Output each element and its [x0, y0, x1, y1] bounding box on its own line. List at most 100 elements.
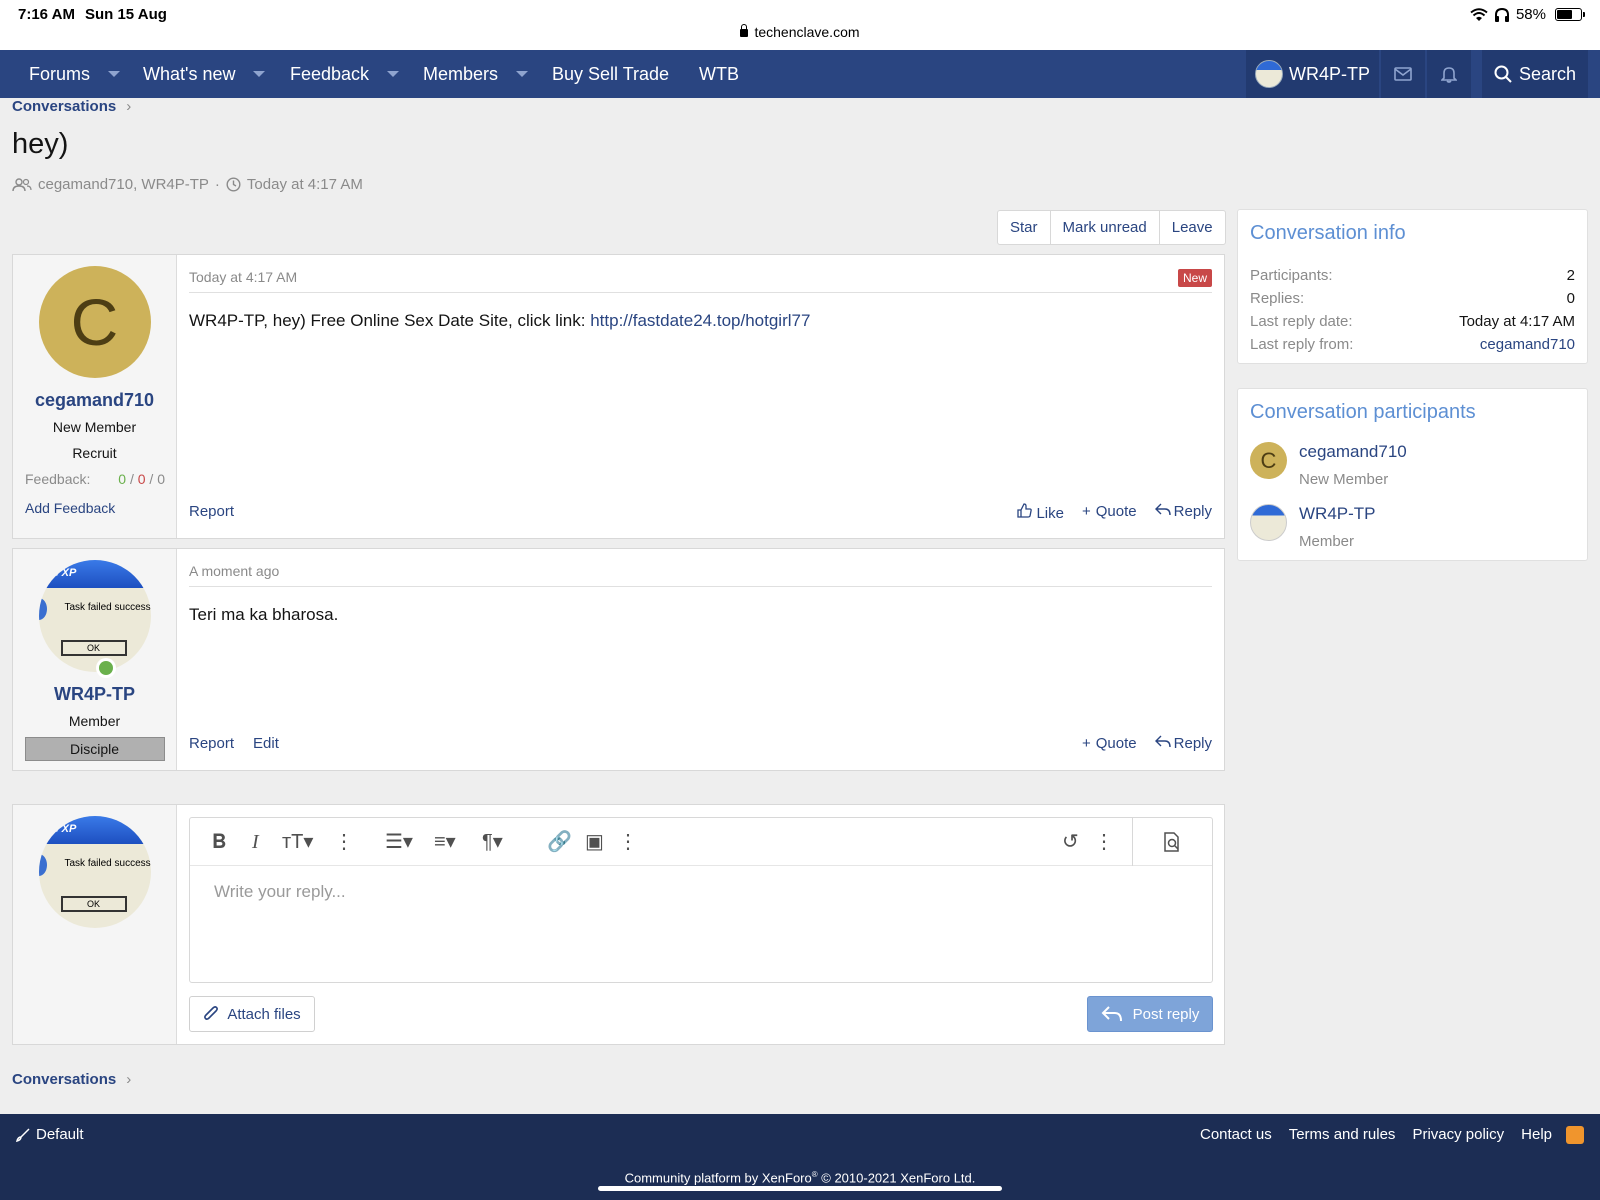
avatar[interactable] — [1250, 504, 1287, 541]
ios-status-bar: 7:16 AM Sun 15 Aug techenclave.com 58% — [0, 0, 1600, 50]
star-button[interactable]: Star — [998, 211, 1051, 244]
breadcrumb[interactable]: Conversations › — [12, 98, 131, 115]
avatar[interactable]: C — [38, 266, 151, 378]
rss-icon[interactable] — [1566, 1126, 1584, 1144]
footer-link-contact[interactable]: Contact us — [1200, 1126, 1272, 1143]
message-user: s XP Task failed successf OK WR4P-TP Mem… — [13, 549, 177, 770]
quote-label: Quote — [1095, 735, 1137, 752]
nav-label: Buy Sell Trade — [552, 63, 670, 84]
chevron-down-icon[interactable] — [387, 71, 400, 77]
reply-placeholder[interactable]: Write your reply... — [214, 882, 346, 902]
avatar-window-title: s XP — [38, 816, 151, 844]
edit-link[interactable]: Edit — [253, 735, 279, 752]
chevron-down-icon[interactable] — [516, 71, 529, 77]
account-menu[interactable]: WR4P-TP — [1246, 50, 1379, 98]
footer-links: Contact us Terms and rules Privacy polic… — [1200, 1126, 1552, 1143]
nav-label: Feedback — [290, 63, 370, 84]
chevron-down-icon[interactable] — [253, 71, 266, 77]
battery-fill — [1557, 10, 1572, 19]
preview-button[interactable] — [1132, 818, 1212, 866]
alerts-button[interactable] — [1427, 50, 1471, 98]
message-link[interactable]: http://fastdate24.top/hotgirl77 — [590, 311, 810, 330]
footer-link-help[interactable]: Help — [1521, 1126, 1552, 1143]
paragraph-icon[interactable]: ¶▾ — [482, 830, 503, 854]
participant-details: WR4P-TP Member — [1299, 504, 1376, 550]
chevron-down-icon[interactable] — [108, 71, 121, 77]
nav-whats-new[interactable]: What's new — [143, 50, 266, 98]
attach-files-button[interactable]: Attach files — [189, 996, 315, 1032]
preview-icon — [1164, 832, 1179, 852]
leave-button[interactable]: Leave — [1160, 211, 1225, 244]
nav-feedback[interactable]: Feedback — [290, 50, 400, 98]
link-icon[interactable]: 🔗 — [547, 830, 572, 854]
message-date[interactable]: Today at 4:17 AM — [189, 269, 297, 285]
nav-members[interactable]: Members — [423, 50, 529, 98]
like-button[interactable]: Like — [1017, 503, 1064, 522]
italic-icon[interactable]: I — [252, 830, 259, 854]
participant-name[interactable]: cegamand710 — [1299, 442, 1407, 462]
feedback-negative[interactable]: 0 — [138, 471, 146, 487]
reply-label: Reply — [1173, 735, 1212, 752]
text-size-icon[interactable]: тT▾ — [282, 830, 313, 854]
nav-wtb[interactable]: WTB — [699, 50, 739, 98]
info-row: Last reply from: cegamand710 — [1250, 336, 1575, 353]
image-icon[interactable]: ▣ — [585, 830, 604, 854]
breadcrumb-link[interactable]: Conversations — [12, 1071, 116, 1088]
account-username: WR4P-TP — [1289, 63, 1370, 84]
avatar[interactable]: s XP Task failed successf OK — [38, 560, 151, 672]
page-title: hey) — [12, 128, 69, 160]
info-value[interactable]: cegamand710 — [1480, 336, 1575, 353]
battery-percent: 58% — [1515, 6, 1546, 23]
like-label: Like — [1036, 505, 1064, 522]
paperclip-icon — [204, 1006, 219, 1020]
reply-icon — [1101, 1006, 1122, 1022]
participants-text[interactable]: cegamand710, WR4P-TP — [38, 176, 209, 193]
more-options-icon[interactable]: ⋮ — [334, 830, 354, 854]
report-link[interactable]: Report — [189, 503, 234, 520]
participant-name[interactable]: WR4P-TP — [1299, 504, 1376, 524]
nav-buy-sell-trade[interactable]: Buy Sell Trade — [552, 50, 669, 98]
post-reply-button[interactable]: Post reply — [1087, 996, 1213, 1032]
avatar[interactable]: C — [1250, 442, 1287, 479]
avatar-caption: Task failed successf — [64, 858, 151, 869]
reply-button[interactable]: Reply — [1154, 735, 1212, 752]
username[interactable]: WR4P-TP — [13, 684, 176, 705]
more-options-icon[interactable]: ⋮ — [618, 830, 638, 854]
add-feedback-link[interactable]: Add Feedback — [25, 500, 115, 516]
more-options-icon[interactable]: ⋮ — [1094, 830, 1114, 854]
feedback-positive[interactable]: 0 — [118, 471, 126, 487]
nav-forums[interactable]: Forums — [29, 50, 121, 98]
reply-button[interactable]: Reply — [1154, 503, 1212, 522]
breadcrumb-link[interactable]: Conversations — [12, 98, 116, 115]
participant[interactable]: C cegamand710 New Member — [1250, 442, 1407, 488]
feedback-neutral[interactable]: 0 — [157, 471, 165, 487]
list-icon[interactable]: ☰▾ — [385, 830, 413, 854]
copyright[interactable]: Community platform by XenForo® © 2010-20… — [0, 1170, 1600, 1185]
address-bar[interactable]: techenclave.com — [0, 24, 1600, 40]
reply-editor[interactable]: 𝐁 I тT▾ ⋮ ☰▾ ≡▾ ¶▾ 🔗 ▣ ⋮ ↺ ⋮ Write your … — [189, 817, 1213, 983]
date-label: Sun 15 Aug — [84, 6, 167, 23]
conversation-time: Today at 4:17 AM — [246, 176, 363, 193]
bold-icon[interactable]: 𝐁 — [212, 830, 226, 854]
info-row: Replies: 0 — [1250, 290, 1575, 307]
feedback-separator: / — [149, 471, 154, 487]
style-chooser[interactable]: Default — [16, 1126, 84, 1143]
quote-button[interactable]: + Quote — [1082, 503, 1137, 522]
inbox-button[interactable] — [1381, 50, 1425, 98]
quote-button[interactable]: + Quote — [1082, 735, 1137, 752]
breadcrumb[interactable]: Conversations › — [12, 1071, 131, 1088]
mark-unread-button[interactable]: Mark unread — [1051, 211, 1160, 244]
search-button[interactable]: Search — [1482, 50, 1588, 98]
thumbs-up-icon — [1017, 503, 1033, 518]
undo-icon[interactable]: ↺ — [1062, 830, 1079, 854]
username[interactable]: cegamand710 — [13, 390, 176, 411]
footer-link-terms[interactable]: Terms and rules — [1289, 1126, 1396, 1143]
align-icon[interactable]: ≡▾ — [434, 830, 456, 854]
copyright-years: © 2010-2021 XenForo Ltd. — [817, 1170, 976, 1186]
participant[interactable]: WR4P-TP Member — [1250, 504, 1376, 550]
info-value[interactable]: Today at 4:17 AM — [1459, 313, 1575, 330]
message-date[interactable]: A moment ago — [189, 563, 279, 579]
footer-link-privacy[interactable]: Privacy policy — [1412, 1126, 1504, 1143]
message-text: Teri ma ka bharosa. — [189, 605, 339, 624]
report-link[interactable]: Report — [189, 735, 234, 752]
